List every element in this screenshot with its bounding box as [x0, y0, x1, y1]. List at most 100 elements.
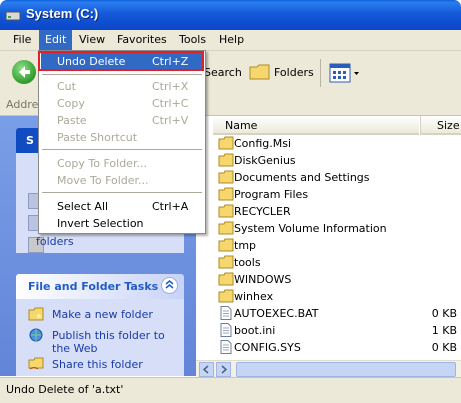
status-text: Undo Delete of 'a.txt' — [6, 383, 124, 396]
folder-icon — [218, 221, 234, 235]
folder-icon — [218, 272, 234, 286]
file-list-row[interactable]: tools — [216, 254, 461, 271]
select-all-label: Select All — [57, 200, 109, 213]
menu-paste-shortcut[interactable]: Paste Shortcut — [41, 128, 203, 146]
status-bar: Undo Delete of 'a.txt' — [0, 377, 461, 403]
horizontal-scrollbar[interactable] — [196, 360, 461, 378]
scroll-left-button[interactable] — [199, 362, 214, 377]
menu-invert-selection[interactable]: Invert Selection — [41, 214, 203, 232]
column-name-label: Name — [225, 119, 258, 132]
file-list-row[interactable]: Documents and Settings — [216, 169, 461, 186]
edit-menu-dropdown: Undo Delete Ctrl+Z Cut Ctrl+X Copy Ctrl+… — [38, 50, 206, 234]
back-arrow-icon — [19, 66, 30, 78]
file-icon — [220, 306, 232, 320]
publish-folder-link[interactable]: Publish this folder to the Web — [52, 329, 182, 355]
file-folder-tasks-header[interactable]: File and Folder Tasks — [16, 274, 184, 299]
file-list-row[interactable]: Config.Msi — [216, 135, 461, 152]
file-list-row[interactable]: winhex — [216, 288, 461, 305]
chevron-right-icon — [221, 365, 228, 374]
file-name: boot.ini — [234, 324, 276, 337]
copy-to-folder-label: Copy To Folder... — [57, 157, 147, 170]
menu-select-all[interactable]: Select All Ctrl+A — [41, 197, 203, 215]
folder-icon — [218, 238, 234, 252]
menu-move-to-folder[interactable]: Move To Folder... — [41, 171, 203, 189]
select-all-shortcut: Ctrl+A — [152, 200, 189, 213]
file-list-row[interactable]: Program Files — [216, 186, 461, 203]
menu-copy-to-folder[interactable]: Copy To Folder... — [41, 154, 203, 172]
folder-icon — [218, 170, 234, 184]
menu-separator — [42, 74, 202, 75]
menu-copy[interactable]: Copy Ctrl+C — [41, 94, 203, 112]
file-folder-tasks-body: Make a new folder Publish this folder to… — [16, 299, 184, 376]
file-size: 1 KB — [431, 324, 457, 337]
file-name: DiskGenius — [234, 154, 296, 167]
file-list-row[interactable]: boot.ini 1 KB — [216, 322, 461, 339]
system-tasks-title: S — [26, 134, 34, 147]
chevron-up-icon — [165, 280, 174, 289]
file-list-row[interactable]: tmp — [216, 237, 461, 254]
chevron-left-icon — [202, 365, 209, 374]
menu-cut[interactable]: Cut Ctrl+X — [41, 77, 203, 95]
copy-shortcut: Ctrl+C — [152, 97, 189, 110]
file-list-row[interactable]: CONFIG.SYS 0 KB — [216, 339, 461, 356]
share-folder-link[interactable]: Share this folder — [52, 358, 143, 371]
menu-view[interactable]: View — [79, 33, 105, 46]
make-new-folder-link[interactable]: Make a new folder — [52, 308, 153, 321]
cut-label: Cut — [57, 80, 76, 93]
menu-help[interactable]: Help — [219, 33, 244, 46]
file-name: Config.Msi — [234, 137, 292, 150]
title-bar[interactable]: System (C:) — [0, 0, 461, 30]
folders-button[interactable]: Folders — [274, 66, 314, 79]
search-button[interactable]: Search — [204, 66, 242, 79]
column-header-name[interactable]: Name — [213, 116, 419, 135]
file-name: WINDOWS — [234, 273, 292, 286]
scroll-right-button[interactable] — [216, 362, 231, 377]
file-size: 0 KB — [431, 341, 457, 354]
copy-label: Copy — [57, 97, 85, 110]
window-title: System (C:) — [26, 6, 99, 21]
scroll-thumb[interactable] — [236, 362, 456, 377]
share-folder-icon — [28, 357, 44, 370]
file-list-row[interactable]: AUTOEXEC.BAT 0 KB — [216, 305, 461, 322]
file-name: winhex — [234, 290, 274, 303]
file-list: Name Size Config.Msi DiskGenius Documents … — [196, 116, 461, 360]
file-list-row[interactable]: RECYCLER — [216, 203, 461, 220]
folder-icon — [218, 187, 234, 201]
back-button[interactable] — [12, 60, 36, 84]
drive-icon — [5, 11, 21, 21]
move-to-folder-label: Move To Folder... — [57, 174, 149, 187]
toolbar-separator — [320, 59, 321, 87]
file-list-row[interactable]: WINDOWS — [216, 271, 461, 288]
menu-tools[interactable]: Tools — [179, 33, 206, 46]
menu-favorites[interactable]: Favorites — [117, 33, 167, 46]
file-name: Program Files — [234, 188, 309, 201]
folders-icon[interactable] — [249, 62, 271, 82]
file-list-row[interactable]: DiskGenius — [216, 152, 461, 169]
file-icon — [220, 323, 232, 337]
menu-separator — [42, 149, 202, 150]
menu-edit[interactable]: Edit — [39, 30, 73, 50]
menu-file[interactable]: File — [13, 33, 31, 46]
column-header-size[interactable]: Size — [420, 116, 461, 135]
system-task-link[interactable]: folders — [36, 235, 74, 248]
folder-icon — [218, 204, 234, 218]
views-icon[interactable] — [329, 63, 361, 83]
column-size-label: Size — [437, 119, 460, 132]
file-name: tools — [234, 256, 261, 269]
folder-icon — [218, 153, 234, 167]
menu-separator — [42, 192, 202, 193]
paste-label: Paste — [57, 114, 87, 127]
file-name: CONFIG.SYS — [234, 341, 301, 354]
folder-icon — [218, 255, 234, 269]
menu-paste[interactable]: Paste Ctrl+V — [41, 111, 203, 129]
folder-icon — [218, 136, 234, 150]
collapse-button[interactable] — [161, 277, 178, 294]
cut-shortcut: Ctrl+X — [152, 80, 189, 93]
paste-shortcut-label: Paste Shortcut — [57, 131, 138, 144]
file-list-row[interactable]: System Volume Information — [216, 220, 461, 237]
file-name: Documents and Settings — [234, 171, 370, 184]
highlight-outline — [38, 51, 204, 71]
new-folder-icon — [28, 307, 44, 321]
file-name: System Volume Information — [234, 222, 387, 235]
file-size: 0 KB — [431, 307, 457, 320]
